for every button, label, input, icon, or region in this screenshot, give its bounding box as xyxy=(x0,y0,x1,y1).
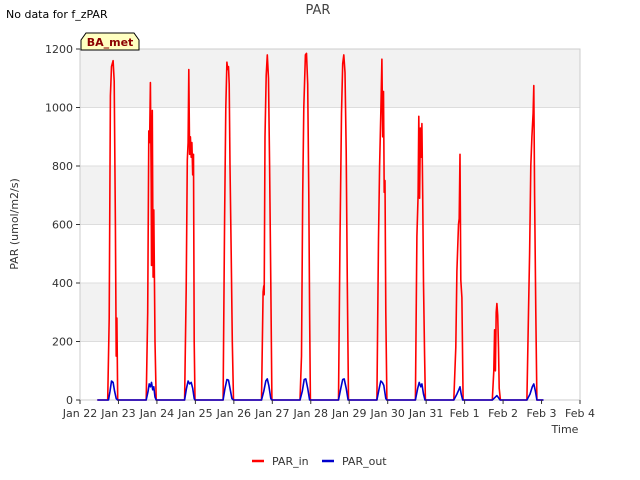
x-axis-title: Time xyxy=(551,423,579,436)
y-tick-label: 400 xyxy=(52,277,73,290)
y-tick-label: 0 xyxy=(66,394,73,407)
x-tick-label: Feb 4 xyxy=(565,407,595,420)
background-band xyxy=(80,49,580,108)
x-tick-label: Jan 31 xyxy=(408,407,443,420)
x-tick-label: Feb 3 xyxy=(527,407,557,420)
x-tick-label: Jan 25 xyxy=(177,407,212,420)
x-tick-label: Jan 26 xyxy=(216,407,251,420)
x-tick-label: Jan 30 xyxy=(369,407,404,420)
chart-title: PAR xyxy=(306,3,331,18)
x-tick-label: Jan 29 xyxy=(331,407,366,420)
legend-label: PAR_in xyxy=(272,455,309,468)
y-tick-label: 200 xyxy=(52,336,73,349)
x-axis-ticks: Jan 22 Jan 23 Jan 24 Jan 25 Jan 26 Jan 27 Jan … xyxy=(62,400,595,420)
x-tick-label: Jan 24 xyxy=(139,407,174,420)
no-data-note: No data for f_zPAR xyxy=(6,8,108,21)
x-tick-label: Jan 28 xyxy=(293,407,328,420)
y-tick-label: 1000 xyxy=(45,102,73,115)
y-axis-ticks: 0 200 400 600 800 1000 1200 xyxy=(45,43,80,407)
par-chart: No data for f_zPAR PAR 0 200 400 600 800 1000… xyxy=(6,3,595,468)
x-tick-label: Feb 2 xyxy=(488,407,518,420)
x-tick-label: Jan 23 xyxy=(100,407,135,420)
background-band xyxy=(80,166,580,225)
x-tick-label: Feb 1 xyxy=(450,407,480,420)
legend: PAR_in PAR_out xyxy=(252,455,387,468)
y-tick-label: 600 xyxy=(52,219,73,232)
y-tick-label: 800 xyxy=(52,160,73,173)
legend-label: PAR_out xyxy=(342,455,387,468)
x-tick-label: Jan 27 xyxy=(254,407,289,420)
y-tick-label: 1200 xyxy=(45,43,73,56)
y-axis-title: PAR (umol/m2/s) xyxy=(8,178,21,270)
background-band xyxy=(80,107,580,166)
x-tick-label: Jan 22 xyxy=(62,407,97,420)
ba-met-badge: BA_met xyxy=(80,32,140,51)
badge-text: BA_met xyxy=(87,36,134,49)
